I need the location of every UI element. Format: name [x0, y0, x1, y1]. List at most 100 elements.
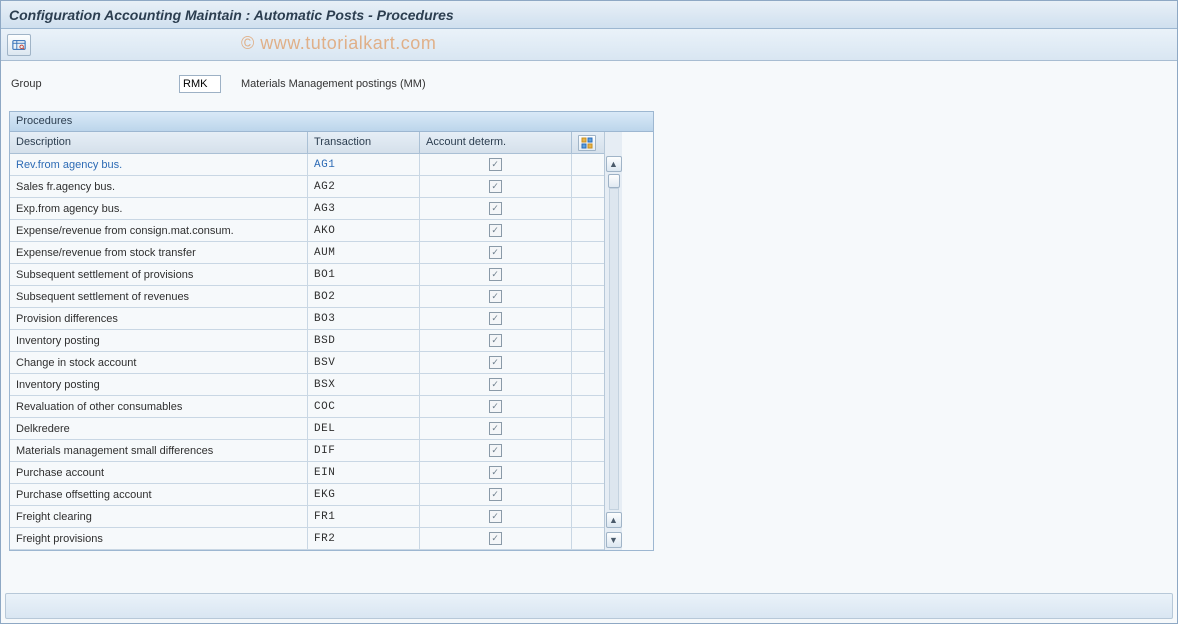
cell-transaction[interactable]: EKG: [308, 484, 420, 505]
col-header-transaction[interactable]: Transaction: [308, 132, 420, 153]
cell-description[interactable]: Change in stock account: [10, 352, 308, 373]
cell-description[interactable]: Rev.from agency bus.: [10, 154, 308, 175]
cell-description[interactable]: Subsequent settlement of revenues: [10, 286, 308, 307]
table-row[interactable]: Purchase accountEIN: [10, 462, 604, 484]
table-row[interactable]: Subsequent settlement of provisionsBO1: [10, 264, 604, 286]
cell-account-determ[interactable]: [420, 176, 572, 197]
cell-account-determ[interactable]: [420, 198, 572, 219]
cell-transaction[interactable]: BSD: [308, 330, 420, 351]
table-row[interactable]: Exp.from agency bus.AG3: [10, 198, 604, 220]
cell-account-determ[interactable]: [420, 330, 572, 351]
table-row[interactable]: Rev.from agency bus.AG1: [10, 154, 604, 176]
cell-account-determ[interactable]: [420, 154, 572, 175]
cell-account-determ[interactable]: [420, 528, 572, 549]
table-row[interactable]: Subsequent settlement of revenuesBO2: [10, 286, 604, 308]
table-row[interactable]: Sales fr.agency bus.AG2: [10, 176, 604, 198]
checkbox-checked-icon: [489, 422, 502, 435]
cell-description[interactable]: Purchase account: [10, 462, 308, 483]
table-row[interactable]: Freight provisionsFR2: [10, 528, 604, 550]
checkbox-checked-icon: [489, 246, 502, 259]
cell-account-determ[interactable]: [420, 264, 572, 285]
checkbox-checked-icon: [489, 356, 502, 369]
cell-transaction[interactable]: FR2: [308, 528, 420, 549]
cell-transaction[interactable]: BO2: [308, 286, 420, 307]
table-row[interactable]: Materials management small differencesDI…: [10, 440, 604, 462]
checkbox-checked-icon: [489, 444, 502, 457]
cell-transaction[interactable]: DIF: [308, 440, 420, 461]
table-row[interactable]: Revaluation of other consumablesCOC: [10, 396, 604, 418]
cell-transaction[interactable]: BO3: [308, 308, 420, 329]
checkbox-checked-icon: [489, 334, 502, 347]
cell-account-determ[interactable]: [420, 506, 572, 527]
table-row[interactable]: Purchase offsetting accountEKG: [10, 484, 604, 506]
col-header-account-determ[interactable]: Account determ.: [420, 132, 572, 153]
cell-transaction[interactable]: FR1: [308, 506, 420, 527]
table-row[interactable]: Inventory postingBSX: [10, 374, 604, 396]
watermark-text: © www.tutorialkart.com: [241, 33, 436, 54]
cell-description[interactable]: Exp.from agency bus.: [10, 198, 308, 219]
cell-description[interactable]: Inventory posting: [10, 330, 308, 351]
overview-button[interactable]: [7, 34, 31, 56]
group-input[interactable]: [179, 75, 221, 93]
cell-account-determ[interactable]: [420, 352, 572, 373]
cell-transaction[interactable]: AG1: [308, 154, 420, 175]
table-settings-button[interactable]: [578, 135, 596, 151]
scroll-track[interactable]: [609, 188, 619, 510]
cell-description[interactable]: Delkredere: [10, 418, 308, 439]
cell-description[interactable]: Subsequent settlement of provisions: [10, 264, 308, 285]
cell-transaction[interactable]: AG3: [308, 198, 420, 219]
cell-account-determ[interactable]: [420, 286, 572, 307]
vertical-scrollbar[interactable]: ▲ ▲ ▼: [604, 132, 622, 550]
cell-transaction[interactable]: DEL: [308, 418, 420, 439]
cell-account-determ[interactable]: [420, 308, 572, 329]
cell-account-determ[interactable]: [420, 242, 572, 263]
checkbox-checked-icon: [489, 378, 502, 391]
scroll-thumb[interactable]: [608, 174, 620, 188]
cell-transaction[interactable]: AKO: [308, 220, 420, 241]
col-header-config: [572, 132, 602, 153]
table-row[interactable]: Expense/revenue from stock transferAUM: [10, 242, 604, 264]
panel-header: Procedures: [10, 112, 653, 132]
table-row[interactable]: Expense/revenue from consign.mat.consum.…: [10, 220, 604, 242]
cell-description[interactable]: Freight provisions: [10, 528, 308, 549]
cell-transaction[interactable]: AUM: [308, 242, 420, 263]
cell-transaction[interactable]: COC: [308, 396, 420, 417]
cell-description[interactable]: Revaluation of other consumables: [10, 396, 308, 417]
cell-description[interactable]: Sales fr.agency bus.: [10, 176, 308, 197]
cell-description[interactable]: Expense/revenue from stock transfer: [10, 242, 308, 263]
col-header-description[interactable]: Description: [10, 132, 308, 153]
cell-transaction[interactable]: BSX: [308, 374, 420, 395]
cell-description[interactable]: Purchase offsetting account: [10, 484, 308, 505]
cell-description[interactable]: Inventory posting: [10, 374, 308, 395]
checkbox-checked-icon: [489, 290, 502, 303]
table-row[interactable]: Inventory postingBSD: [10, 330, 604, 352]
scroll-down-button[interactable]: ▼: [606, 532, 622, 548]
cell-account-determ[interactable]: [420, 440, 572, 461]
status-bar: [5, 593, 1173, 619]
cell-transaction[interactable]: EIN: [308, 462, 420, 483]
cell-transaction[interactable]: BSV: [308, 352, 420, 373]
table-row[interactable]: Change in stock accountBSV: [10, 352, 604, 374]
cell-description[interactable]: Materials management small differences: [10, 440, 308, 461]
cell-description[interactable]: Expense/revenue from consign.mat.consum.: [10, 220, 308, 241]
cell-transaction[interactable]: AG2: [308, 176, 420, 197]
cell-account-determ[interactable]: [420, 484, 572, 505]
grid-body: Rev.from agency bus.AG1Sales fr.agency b…: [10, 154, 604, 550]
cell-description[interactable]: Freight clearing: [10, 506, 308, 527]
cell-description[interactable]: Provision differences: [10, 308, 308, 329]
cell-account-determ[interactable]: [420, 418, 572, 439]
cell-account-determ[interactable]: [420, 462, 572, 483]
cell-account-determ[interactable]: [420, 374, 572, 395]
cell-account-determ[interactable]: [420, 396, 572, 417]
app-toolbar: © www.tutorialkart.com: [1, 29, 1177, 61]
table-row[interactable]: DelkredereDEL: [10, 418, 604, 440]
checkbox-checked-icon: [489, 268, 502, 281]
scroll-up-button[interactable]: ▲: [606, 156, 622, 172]
cell-transaction[interactable]: BO1: [308, 264, 420, 285]
table-row[interactable]: Freight clearingFR1: [10, 506, 604, 528]
procedures-panel: Procedures Description Transaction Accou…: [9, 111, 654, 551]
scroll-step-up-button[interactable]: ▲: [606, 512, 622, 528]
checkbox-checked-icon: [489, 488, 502, 501]
table-row[interactable]: Provision differencesBO3: [10, 308, 604, 330]
cell-account-determ[interactable]: [420, 220, 572, 241]
